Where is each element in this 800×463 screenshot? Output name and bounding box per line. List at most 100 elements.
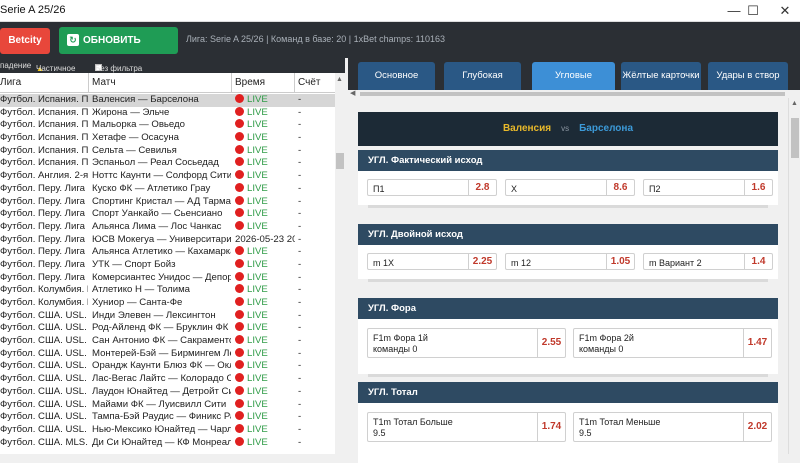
live-label: LIVE (247, 335, 268, 347)
table-row[interactable]: Футбол. США. USL. Че... Тампа-Бэй Раудис … (0, 411, 335, 424)
match-cell: Монтерей-Бэй — Бирмингем Ле... (92, 347, 231, 359)
table-row[interactable]: Футбол. США. USL. Че... Лаудон Юнайтед — … (0, 385, 335, 399)
table-row[interactable]: Футбол. США. USL. Че... Лас-Вегас Лайтс —… (0, 373, 335, 386)
odd-12[interactable]: m 12 1.05 (505, 253, 635, 270)
score-cell: - (298, 284, 302, 296)
odd-total-over[interactable]: T1m Тотал Больше 9.5 1.74 (367, 412, 566, 442)
match-cell: Эспаньол — Реал Сосьедад (92, 157, 219, 169)
table-row[interactable]: Футбол. США. MLS. Ре... Ди Си Юнайтед — К… (0, 436, 335, 450)
home-team: Валенсия (502, 123, 552, 134)
table-row[interactable]: Футбол. Перу. Лига 1. ... Спорт Уанкайо —… (0, 208, 335, 221)
table-row[interactable]: Футбол. США. USL. Че... Сан Антонио ФК — … (0, 335, 335, 348)
score-cell: - (298, 360, 302, 372)
filter-exact[interactable]: падение (0, 61, 31, 70)
scroll-thumb[interactable] (336, 153, 344, 169)
table-row[interactable]: Футбол. Перу. Лига 1. ... Альянса Атлетик… (0, 246, 335, 259)
score-cell: - (298, 157, 302, 169)
col-time[interactable]: Время (235, 77, 265, 88)
table-row[interactable]: Футбол. Испания. Пр... Жирона — Эльче LIVE… (0, 106, 335, 120)
table-header: Лига Матч Время Счёт (0, 73, 335, 93)
table-row[interactable]: Футбол. Перу. Лига 1. ... ЮСВ Мокегуа — У… (0, 234, 335, 247)
match-cell: Комерсиантес Унидос — Депорт... (92, 271, 231, 283)
table-row[interactable]: Футбол. Англия. 2-я л... Ноттс Каунти — С… (0, 170, 335, 183)
odd-p1[interactable]: П1 2.8 (367, 179, 497, 196)
match-time: LIVE (235, 360, 295, 373)
tab-corners[interactable]: Угловые (532, 62, 615, 90)
tab-deep[interactable]: Глубокая роспись (444, 62, 521, 109)
league-cell: Футбол. Перу. Лига 1. ... (0, 220, 88, 232)
table-row[interactable]: Футбол. США. USL. Че... Монтерей-Бэй — Би… (0, 347, 335, 361)
live-label: LIVE (247, 322, 268, 334)
match-time: LIVE (235, 284, 295, 297)
odd-x2[interactable]: m Вариант 2 1.4 (643, 253, 773, 270)
odd-x[interactable]: X 8.6 (505, 179, 635, 196)
live-label: LIVE (247, 360, 268, 372)
match-cell: Атлетико Н — Толима (92, 284, 191, 296)
table-row[interactable]: Футбол. Перу. Лига 1. ... Куско ФК — Атле… (0, 182, 335, 196)
close-button[interactable]: ✕ (763, 0, 800, 22)
match-cell: ЮСВ Мокегуа — Университарио ... (92, 233, 231, 245)
section-title: УГЛ. Тотал (358, 382, 778, 403)
table-row[interactable]: Футбол. Испания. Пр... Мальорка — Овьедо L… (0, 119, 335, 132)
refresh-list-button[interactable]: ↻ ОБНОВИТЬ СПИСОК (59, 27, 178, 73)
live-indicator-icon (235, 119, 244, 129)
table-row[interactable]: Футбол. США. USL. Че... Орандж Каунти Блю… (0, 360, 335, 373)
odd-p2[interactable]: П2 1.6 (643, 179, 773, 196)
live-label: LIVE (247, 208, 268, 220)
table-row[interactable]: Футбол. Перу. Лига 1. ... Альянса Лима — … (0, 220, 335, 234)
section-double-chance: УГЛ. Двойной исход m 1X 2.25 m 12 1.05 m В… (358, 224, 778, 282)
odd-handicap-2[interactable]: F1m Фора 2й команды 0 1.47 (573, 328, 772, 358)
filter-none-label: Без фильтра (95, 64, 143, 73)
table-row[interactable]: Футбол. Перу. Лига 1. ... Комерсиантес Ун… (0, 271, 335, 285)
league-cell: Футбол. Перу. Лига 1. ... (0, 271, 88, 283)
odd-total-under[interactable]: T1m Тотал Меньше 9.5 2.02 (573, 412, 772, 442)
matches-scrollbar[interactable]: ▲ (335, 73, 345, 454)
table-row[interactable]: Футбол. Испания. Пр... Валенсия — Барсело… (0, 94, 335, 107)
tab-yellow-cards[interactable]: Жёлтые карточки (621, 62, 701, 90)
table-row[interactable]: Футбол. Колумбия. П... Хуниор — Санта-Фе L… (0, 297, 335, 310)
table-row[interactable]: Футбол. Испания. Пр... Сельта — Севилья LI… (0, 144, 335, 158)
league-cell: Футбол. Испания. Пр... (0, 94, 88, 105)
odd-1x[interactable]: m 1X 2.25 (367, 253, 497, 270)
table-row[interactable]: Футбол. Испания. Пр... Эспаньол — Реал Со… (0, 157, 335, 170)
table-row[interactable]: Футбол. США. USL. Че... Инди Элевен — Лек… (0, 309, 335, 323)
score-cell: - (298, 436, 302, 448)
table-row[interactable]: Футбол. США. USL. Че... Майами ФК — Луисв… (0, 398, 335, 412)
table-row[interactable]: Футбол. США. USL. Че... Нью-Мексико Юнайт… (0, 423, 335, 437)
markets-scroll-thumb[interactable] (791, 118, 799, 158)
live-label: LIVE (247, 170, 268, 182)
markets-scrollbar[interactable]: ▲ (788, 98, 800, 454)
odd-handicap-1[interactable]: F1m Фора 1й команды 0 2.55 (367, 328, 566, 358)
tabs-scroll-thumb[interactable] (360, 92, 785, 96)
league-cell: Футбол. Испания. Пр... (0, 132, 88, 144)
scroll-left-icon[interactable]: ◀ (350, 89, 355, 97)
league-cell: Футбол. США. USL. Че... (0, 385, 88, 397)
table-row[interactable]: Футбол. Испания. Пр... Хетафе — Осасуна LI… (0, 132, 335, 145)
market-tabs: Основное Глубокая роспись Угловые Жёлтые… (348, 58, 800, 109)
table-row[interactable]: Футбол. Колумбия. П... Атлетико Н — Толим… (0, 284, 335, 297)
league-cell: Футбол. Колумбия. П... (0, 297, 88, 308)
col-match[interactable]: Матч (92, 77, 116, 88)
table-row[interactable]: Футбол. США. USL. Че... Род-Айленд ФК — Б… (0, 322, 335, 335)
tabs-scrollbar[interactable]: ◀ (348, 90, 800, 98)
match-time: LIVE (235, 132, 295, 145)
tab-main[interactable]: Основное (358, 62, 435, 90)
betcity-button[interactable]: Betcity (0, 28, 50, 54)
col-league[interactable]: Лига (0, 77, 21, 88)
match-time: LIVE (235, 106, 295, 120)
section-title: УГЛ. Фактический исход (358, 150, 778, 171)
live-indicator-icon (235, 246, 244, 256)
score-cell: - (298, 220, 302, 232)
league-cell: Футбол. США. USL. Че... (0, 322, 88, 334)
scroll-up-icon[interactable]: ▲ (336, 76, 343, 83)
match-cell: Куско ФК — Атлетико Грау (92, 182, 211, 194)
table-row[interactable]: Футбол. Перу. Лига 1. ... Спортинг Криста… (0, 195, 335, 209)
tab-shots-on-target[interactable]: Удары в створ (708, 62, 788, 90)
score-cell: - (298, 423, 302, 435)
scroll-up-icon[interactable]: ▲ (791, 100, 798, 107)
match-cell: Спортинг Кристал — АД Тарма (92, 195, 231, 207)
live-label: LIVE (247, 157, 268, 169)
col-score[interactable]: Счёт (298, 77, 320, 88)
live-indicator-icon (235, 106, 244, 116)
table-row[interactable]: Футбол. Перу. Лига 1. ... УТК — Спорт Бой… (0, 258, 335, 272)
